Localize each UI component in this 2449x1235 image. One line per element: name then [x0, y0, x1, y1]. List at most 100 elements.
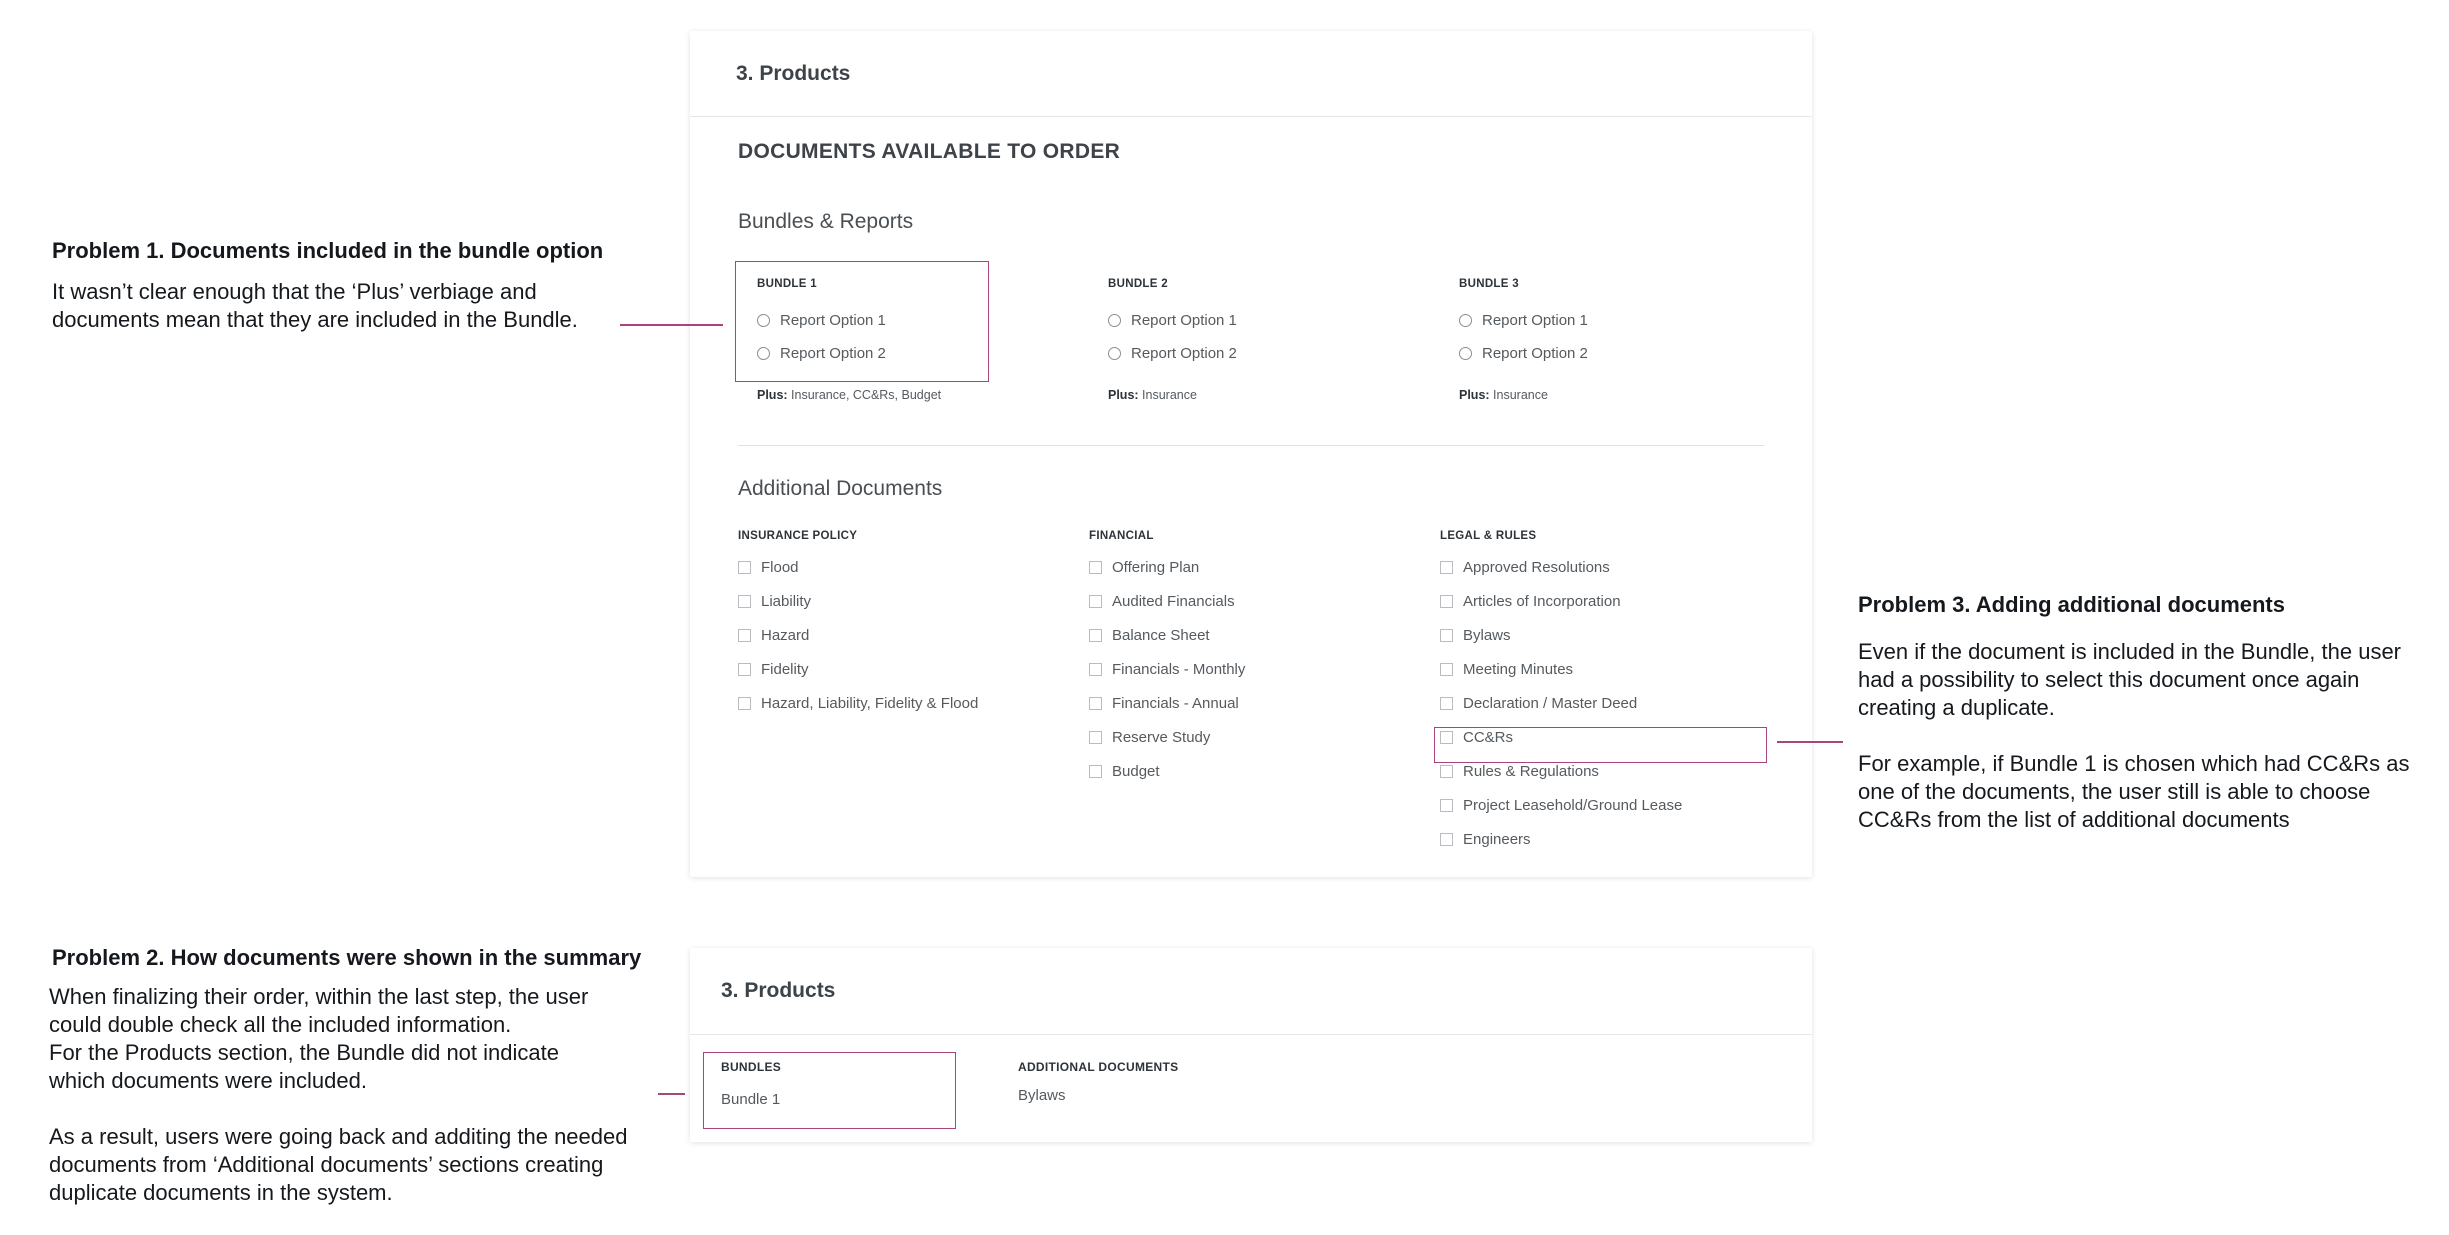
checkbox-icon[interactable] — [1089, 662, 1102, 676]
documents-heading: DOCUMENTS AVAILABLE TO ORDER — [738, 140, 1121, 163]
doc-project-leasehold[interactable]: Project Leasehold/Ground Lease — [1440, 794, 1770, 816]
problem2-line: As a result, users were going back and a… — [49, 1124, 628, 1149]
bundle-1-highlight — [735, 261, 989, 382]
doc-label: Audited Financials — [1112, 592, 1235, 610]
problem2-text: When finalizing their order, within the … — [49, 983, 669, 1207]
category-insurance: INSURANCE POLICY Flood Liability Hazard … — [738, 530, 1068, 726]
doc-meeting-minutes[interactable]: Meeting Minutes — [1440, 658, 1770, 680]
problem3-line: had a possibility to select this documen… — [1858, 667, 2360, 692]
bundle-3-option-2[interactable]: Report Option 2 — [1459, 342, 1759, 364]
doc-offering-plan[interactable]: Offering Plan — [1089, 556, 1419, 578]
doc-financials-annual[interactable]: Financials - Annual — [1089, 692, 1419, 714]
radio-icon[interactable] — [1108, 346, 1121, 360]
bundle-2-plus: Plus: Insurance — [1108, 388, 1408, 402]
doc-label: Meeting Minutes — [1463, 660, 1574, 678]
category-name: INSURANCE POLICY — [738, 530, 858, 542]
doc-budget[interactable]: Budget — [1089, 760, 1419, 782]
checkbox-icon[interactable] — [1089, 730, 1102, 744]
section-divider — [738, 445, 1764, 446]
summary-additional: ADDITIONAL DOCUMENTS Bylaws — [1018, 1060, 1178, 1104]
doc-label: Liability — [761, 592, 812, 610]
doc-bylaws[interactable]: Bylaws — [1440, 624, 1770, 646]
problem2-annotation: Problem 2. How documents were shown in t… — [49, 945, 669, 1207]
plus-label: Plus: — [1459, 388, 1490, 402]
doc-declaration-master-deed[interactable]: Declaration / Master Deed — [1440, 692, 1770, 714]
summary-bundle-highlight — [703, 1052, 956, 1129]
checkbox-icon[interactable] — [1440, 628, 1453, 642]
problem1-annotation: Problem 1. Documents included in the bun… — [52, 238, 652, 334]
checkbox-icon[interactable] — [1440, 764, 1453, 778]
radio-icon[interactable] — [1108, 313, 1121, 327]
doc-label: Offering Plan — [1112, 558, 1200, 576]
problem3-line: Even if the document is included in the … — [1858, 639, 2402, 664]
doc-label: Financials - Annual — [1112, 694, 1239, 712]
category-name: LEGAL & RULES — [1440, 530, 1537, 542]
radio-icon[interactable] — [1459, 313, 1472, 327]
doc-reserve-study[interactable]: Reserve Study — [1089, 726, 1419, 748]
doc-audited-financials[interactable]: Audited Financials — [1089, 590, 1419, 612]
checkbox-icon[interactable] — [1089, 764, 1102, 778]
doc-flood[interactable]: Flood — [738, 556, 1068, 578]
problem2-line: documents from ‘Additional documents’ se… — [49, 1152, 604, 1177]
checkbox-icon[interactable] — [1440, 594, 1453, 608]
bundle-3-option-1[interactable]: Report Option 1 — [1459, 309, 1759, 331]
doc-liability[interactable]: Liability — [738, 590, 1068, 612]
checkbox-icon[interactable] — [1089, 560, 1102, 574]
plus-items: Insurance — [1142, 388, 1197, 402]
checkbox-icon[interactable] — [738, 628, 751, 642]
plus-label: Plus: — [757, 388, 788, 402]
plus-label: Plus: — [1108, 388, 1139, 402]
bundle-column-3: BUNDLE 3 Report Option 1 Report Option 2… — [1459, 278, 1759, 402]
checkbox-icon[interactable] — [1089, 628, 1102, 642]
doc-label: Engineers — [1463, 830, 1531, 848]
checkbox-icon[interactable] — [1089, 696, 1102, 710]
summary-step-title: 3. Products — [690, 948, 1812, 1035]
doc-articles-of-incorporation[interactable]: Articles of Incorporation — [1440, 590, 1770, 612]
problem2-line: could double check all the included info… — [49, 1012, 512, 1037]
problem2-line: For the Products section, the Bundle did… — [49, 1040, 559, 1065]
doc-hazard-liability-fidelity-flood[interactable]: Hazard, Liability, Fidelity & Flood — [738, 692, 1068, 714]
problem3-connector — [1777, 741, 1843, 743]
checkbox-icon[interactable] — [738, 696, 751, 710]
doc-label: Hazard — [761, 626, 810, 644]
doc-hazard[interactable]: Hazard — [738, 624, 1068, 646]
checkbox-icon[interactable] — [1440, 696, 1453, 710]
doc-approved-resolutions[interactable]: Approved Resolutions — [1440, 556, 1770, 578]
doc-financials-monthly[interactable]: Financials - Monthly — [1089, 658, 1419, 680]
card-step-title: 3. Products — [690, 31, 1812, 117]
checkbox-icon[interactable] — [1089, 594, 1102, 608]
checkbox-icon[interactable] — [1440, 662, 1453, 676]
problem3-annotation: Problem 3. Adding additional documents E… — [1858, 592, 2438, 834]
doc-fidelity[interactable]: Fidelity — [738, 658, 1068, 680]
doc-label: Hazard, Liability, Fidelity & Flood — [761, 694, 979, 712]
checkbox-icon[interactable] — [738, 594, 751, 608]
checkbox-icon[interactable] — [738, 560, 751, 574]
summary-additional-label: ADDITIONAL DOCUMENTS — [1018, 1060, 1179, 1074]
problem3-text: Even if the document is included in the … — [1858, 638, 2438, 834]
summary-additional-value: Bylaws — [1018, 1087, 1066, 1104]
radio-icon[interactable] — [1459, 346, 1472, 360]
checkbox-icon[interactable] — [738, 662, 751, 676]
checkbox-icon[interactable] — [1440, 560, 1453, 574]
checkbox-icon[interactable] — [1440, 798, 1453, 812]
doc-rules-regulations[interactable]: Rules & Regulations — [1440, 760, 1770, 782]
doc-label: Financials - Monthly — [1112, 660, 1246, 678]
doc-balance-sheet[interactable]: Balance Sheet — [1089, 624, 1419, 646]
problem2-line: duplicate documents in the system. — [49, 1180, 393, 1205]
bundle-2-option-1[interactable]: Report Option 1 — [1108, 309, 1408, 331]
doc-label: Balance Sheet — [1112, 626, 1210, 644]
problem3-line: one of the documents, the user still is … — [1858, 779, 2371, 804]
checkbox-icon[interactable] — [1440, 832, 1453, 846]
problem2-line: which documents were included. — [49, 1068, 367, 1093]
option-label: Report Option 2 — [1131, 344, 1237, 362]
problem3-line: For example, if Bundle 1 is chosen which… — [1858, 751, 2410, 776]
bundle-2-option-2[interactable]: Report Option 2 — [1108, 342, 1408, 364]
bundle-name: BUNDLE 2 — [1108, 278, 1168, 290]
doc-label: Bylaws — [1463, 626, 1511, 644]
doc-engineers[interactable]: Engineers — [1440, 828, 1770, 850]
bundles-heading: Bundles & Reports — [738, 210, 914, 233]
bundle-column-2: BUNDLE 2 Report Option 1 Report Option 2… — [1108, 278, 1408, 402]
plus-items: Insurance, CC&Rs, Budget — [791, 388, 942, 402]
option-label: Report Option 1 — [1131, 311, 1237, 329]
doc-label: Declaration / Master Deed — [1463, 694, 1638, 712]
